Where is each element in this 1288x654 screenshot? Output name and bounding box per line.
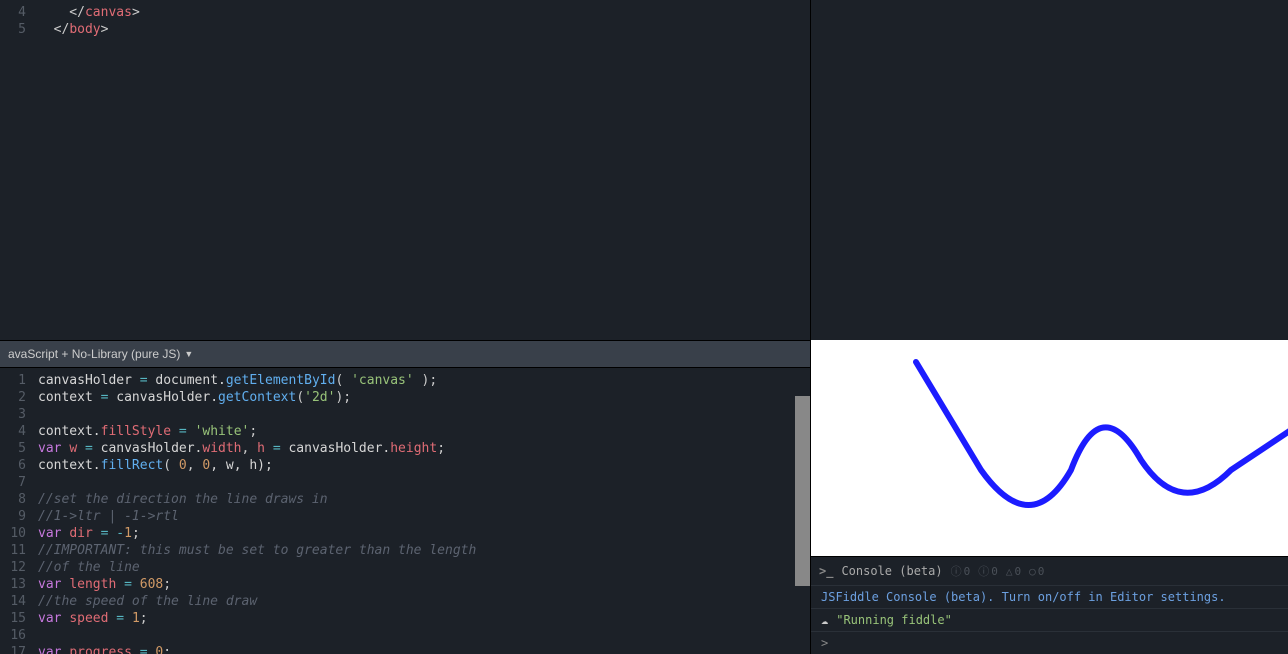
console-message: "Running fiddle" — [836, 613, 952, 627]
html-code[interactable]: </canvas> </body> — [38, 4, 810, 38]
console-prompt[interactable]: > — [811, 631, 1288, 654]
console-stat: ⓘ0 — [951, 563, 971, 579]
result-canvas — [811, 340, 1288, 556]
left-column: 45 </canvas> </body> avaScript + No-Libr… — [0, 0, 810, 654]
console-stat: △0 — [1006, 565, 1021, 578]
app-layout: 45 </canvas> </body> avaScript + No-Libr… — [0, 0, 1288, 654]
console-stat: ○0 — [1029, 565, 1044, 578]
html-gutter: 45 — [0, 4, 38, 38]
js-scrollbar[interactable] — [795, 396, 810, 654]
js-code[interactable]: canvasHolder = document.getElementById( … — [38, 372, 810, 654]
js-gutter: 1234567891011121314151617 — [0, 372, 38, 654]
js-pane-header[interactable]: avaScript + No-Library (pure JS) ▼ — [0, 340, 810, 368]
terminal-icon: >_ — [819, 564, 833, 578]
wave-path — [811, 340, 1288, 556]
right-column: >_ Console (beta) ⓘ0 ⓘ0 △0 ○0 JSFiddle Cons… — [810, 0, 1288, 654]
chevron-down-icon: ▼ — [184, 349, 193, 359]
result-top-dark — [811, 0, 1288, 340]
html-code-area[interactable]: 45 </canvas> </body> — [0, 0, 810, 38]
console-stat: ⓘ0 — [978, 563, 998, 579]
js-code-area[interactable]: 1234567891011121314151617 canvasHolder =… — [0, 368, 810, 654]
console-header[interactable]: >_ Console (beta) ⓘ0 ⓘ0 △0 ○0 — [811, 557, 1288, 585]
console-info: JSFiddle Console (beta). Turn on/off in … — [811, 585, 1288, 608]
js-scrollbar-thumb[interactable] — [795, 396, 810, 586]
js-editor-pane[interactable]: 1234567891011121314151617 canvasHolder =… — [0, 368, 810, 654]
html-editor-pane[interactable]: 45 </canvas> </body> — [0, 0, 810, 340]
console-panel: >_ Console (beta) ⓘ0 ⓘ0 △0 ○0 JSFiddle Cons… — [811, 556, 1288, 654]
console-message-row: ☁ "Running fiddle" — [811, 608, 1288, 631]
js-lang-label: avaScript + No-Library (pure JS) — [8, 347, 180, 361]
console-stats: ⓘ0 ⓘ0 △0 ○0 — [951, 563, 1045, 579]
chevron-right-icon: > — [821, 636, 828, 650]
console-title: Console (beta) — [841, 564, 942, 578]
cloud-icon: ☁ — [821, 613, 828, 627]
